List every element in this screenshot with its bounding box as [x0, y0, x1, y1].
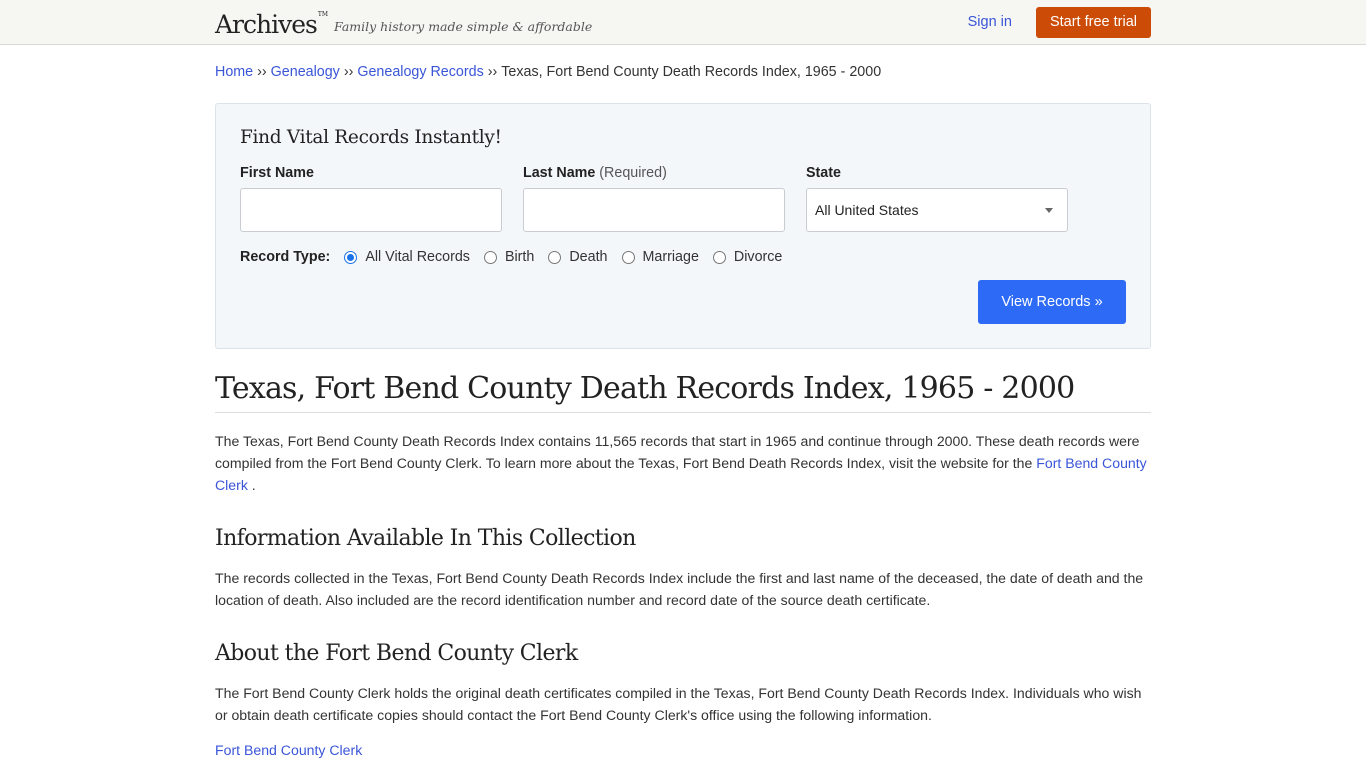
clerk-contact-link[interactable]: Fort Bend County Clerk — [215, 742, 1151, 758]
logo[interactable]: ArchivesTM — [215, 9, 329, 39]
radio-divorce[interactable]: Divorce — [712, 249, 783, 265]
radio-label: Death — [569, 249, 608, 265]
breadcrumb-separator: ›› — [343, 64, 354, 80]
radio-unchecked-icon[interactable] — [621, 250, 635, 264]
first-name-input[interactable] — [240, 188, 502, 232]
search-title: Find Vital Records Instantly! — [240, 127, 502, 148]
state-label-text: State — [806, 165, 841, 181]
radio-birth[interactable]: Birth — [483, 249, 535, 265]
brand[interactable]: ArchivesTM Family history made simple & … — [215, 9, 593, 39]
breadcrumb-separator: ›› — [257, 64, 267, 80]
breadcrumb-home[interactable]: Home — [215, 64, 253, 80]
breadcrumb-genealogy-records[interactable]: Genealogy Records — [357, 64, 483, 80]
radio-all-vital-records[interactable]: All Vital Records — [344, 249, 470, 265]
record-type-label: Record Type: — [240, 249, 331, 265]
section-heading-about-clerk: About the Fort Bend County Clerk — [215, 641, 578, 666]
vital-records-search-form: Find Vital Records Instantly! First Name… — [215, 103, 1151, 349]
radio-unchecked-icon[interactable] — [483, 250, 497, 264]
state-selected-value: All United States — [815, 202, 919, 218]
state-label: State — [806, 165, 1068, 181]
about-clerk-paragraph: The Fort Bend County Clerk holds the ori… — [215, 685, 1142, 723]
radio-label: All Vital Records — [365, 249, 470, 265]
first-name-label-text: First Name — [240, 165, 314, 181]
record-type-group: Record Type: All Vital Records Birth Dea… — [240, 249, 1126, 265]
tagline: Family history made simple & affordable — [334, 18, 593, 34]
last-name-input[interactable] — [523, 188, 785, 232]
state-select[interactable]: All United States — [806, 188, 1068, 232]
breadcrumb-separator: ›› — [487, 64, 498, 80]
radio-death[interactable]: Death — [548, 249, 608, 265]
view-records-button[interactable]: View Records » — [978, 280, 1126, 324]
radio-label: Birth — [504, 249, 535, 265]
sign-in-link[interactable]: Sign in — [968, 14, 1012, 30]
logo-text: Archives — [215, 9, 318, 39]
required-note: (Required) — [599, 165, 667, 181]
first-name-label: First Name — [240, 165, 502, 181]
last-name-label-text: Last Name — [523, 165, 596, 181]
information-paragraph: The records collected in the Texas, Fort… — [215, 570, 1144, 608]
radio-label: Marriage — [642, 249, 699, 265]
section-heading-information: Information Available In This Collection — [215, 526, 636, 551]
radio-checked-icon[interactable] — [344, 250, 358, 264]
intro-text: The Texas, Fort Bend County Death Record… — [215, 433, 1140, 471]
radio-unchecked-icon[interactable] — [712, 250, 726, 264]
breadcrumb-genealogy[interactable]: Genealogy — [271, 64, 340, 80]
last-name-label: Last Name (Required) — [523, 165, 785, 181]
breadcrumb-current: Texas, Fort Bend County Death Records In… — [501, 64, 882, 80]
breadcrumb: Home ›› Genealogy ›› Genealogy Records ›› Texa… — [215, 64, 1151, 80]
page-title: Texas, Fort Bend County Death Records In… — [215, 371, 1151, 413]
start-free-trial-button[interactable]: Start free trial — [1035, 6, 1151, 38]
radio-marriage[interactable]: Marriage — [621, 249, 699, 265]
radio-unchecked-icon[interactable] — [548, 250, 562, 264]
intro-tail: . — [247, 477, 256, 493]
top-bar: ArchivesTM Family history made simple & … — [0, 0, 1366, 45]
radio-label: Divorce — [733, 249, 783, 265]
intro-paragraph: The Texas, Fort Bend County Death Record… — [215, 430, 1151, 496]
chevron-down-icon — [1045, 207, 1053, 213]
trademark-mark: TM — [317, 10, 329, 18]
